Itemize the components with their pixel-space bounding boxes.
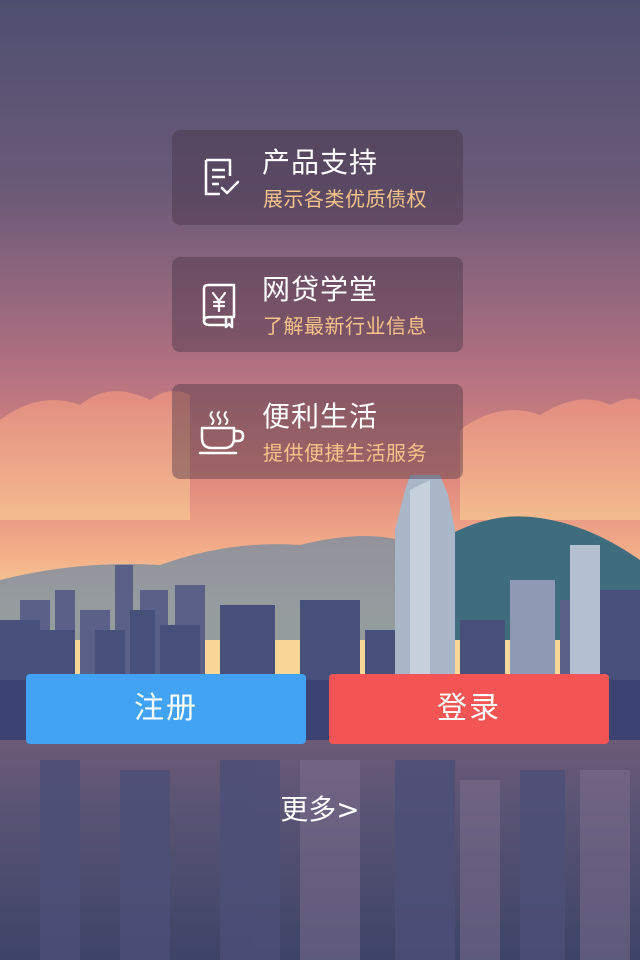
- register-button[interactable]: 注册: [26, 674, 306, 744]
- yuan-book-icon: [202, 283, 236, 329]
- card-subtitle: 展示各类优质债权: [263, 187, 427, 211]
- card-product-support[interactable]: 产品支持 展示各类优质债权: [172, 130, 463, 225]
- card-title: 网贷学堂: [262, 273, 379, 306]
- card-title: 产品支持: [262, 146, 379, 179]
- card-subtitle: 了解最新行业信息: [263, 314, 427, 338]
- more-link[interactable]: 更多>: [0, 792, 640, 828]
- coffee-cup-icon: [198, 411, 245, 455]
- card-p2p-school[interactable]: 网贷学堂 了解最新行业信息: [172, 257, 463, 352]
- card-title: 便利生活: [262, 400, 379, 433]
- card-convenient-life[interactable]: 便利生活 提供便捷生活服务: [172, 384, 463, 479]
- document-check-icon: [204, 158, 240, 196]
- login-button[interactable]: 登录: [329, 674, 609, 744]
- card-subtitle: 提供便捷生活服务: [263, 441, 427, 465]
